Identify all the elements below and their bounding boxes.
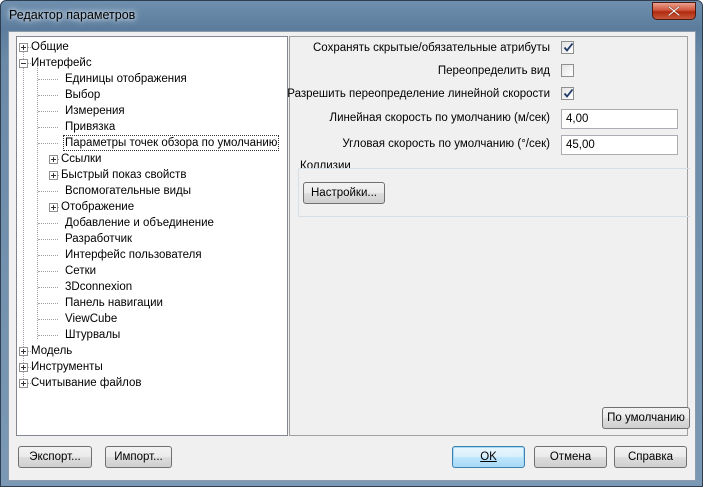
expand-icon[interactable]	[49, 203, 58, 212]
export-button[interactable]: Экспорт...	[18, 446, 92, 468]
tree-item[interactable]: Быстрый показ свойств	[17, 167, 287, 183]
tree-item-label: Интерфейс	[31, 57, 92, 69]
tree-item[interactable]: Инструменты	[17, 359, 287, 375]
tree-item[interactable]: Модель	[17, 343, 287, 359]
tree-item-label: ViewCube	[65, 313, 118, 325]
export-button-label: Экспорт...	[29, 451, 81, 463]
cancel-button[interactable]: Отмена	[534, 446, 607, 468]
collapse-icon[interactable]	[19, 59, 28, 68]
tree-item-label: Добавление и объединение	[65, 217, 214, 229]
tree-item-label: Сетки	[65, 265, 97, 277]
override-view-label: Переопределить вид	[437, 65, 550, 77]
tree-item-label: Ссылки	[61, 153, 102, 165]
tree-item[interactable]: 3Dconnexion	[17, 279, 287, 295]
tree-item[interactable]: Выбор	[17, 87, 287, 103]
tree-item[interactable]: Привязка	[17, 119, 287, 135]
title-bar[interactable]: Редактор параметров	[1, 1, 702, 31]
tree-item[interactable]: Ссылки	[17, 151, 287, 167]
close-button[interactable]	[652, 2, 696, 20]
check-icon	[563, 88, 574, 98]
allow-linear-override-checkbox[interactable]	[561, 87, 574, 100]
editor-window: Редактор параметров Общие Интерфейс Единиц…	[0, 0, 703, 487]
tree-item-label: Интерфейс пользователя	[65, 249, 202, 261]
tree-item[interactable]: Считывание файлов	[17, 375, 287, 391]
keep-hidden-attrs-label: Сохранять скрытые/обязательные атрибуты	[313, 42, 550, 54]
ok-button[interactable]: OK	[452, 446, 525, 468]
expand-icon[interactable]	[19, 43, 28, 52]
expand-icon[interactable]	[49, 155, 58, 164]
tree-item[interactable]: Отображение	[17, 199, 287, 215]
check-icon	[563, 42, 574, 52]
keep-hidden-attrs-checkbox[interactable]	[561, 41, 574, 54]
tree-item-label: 3Dconnexion	[65, 281, 133, 293]
tree-item-label: Выбор	[65, 89, 101, 101]
tree-item[interactable]: Панель навигации	[17, 295, 287, 311]
tree-item-label: Разработчик	[65, 233, 133, 245]
tree-item-label: Инструменты	[31, 361, 103, 373]
import-button[interactable]: Импорт...	[105, 446, 172, 468]
tree-item-label: Считывание файлов	[31, 377, 142, 389]
tree-item[interactable]: Общие	[17, 39, 287, 55]
collision-settings-button[interactable]: Настройки...	[303, 182, 385, 204]
import-button-label: Импорт...	[114, 451, 163, 463]
tree-item[interactable]: Интерфейс	[17, 55, 287, 71]
angular-speed-input[interactable]	[561, 135, 678, 155]
options-tree[interactable]: Общие Интерфейс Единицы отображения Выбор Из…	[16, 36, 288, 436]
ok-button-label: OK	[480, 451, 497, 463]
tree-item[interactable]: ViewCube	[17, 311, 287, 327]
expand-icon[interactable]	[49, 171, 58, 180]
allow-linear-override-label: Разрешить переопределение линейной скоро…	[287, 88, 550, 100]
tree-item[interactable]: Добавление и объединение	[17, 215, 287, 231]
tree-item[interactable]: Интерфейс пользователя	[17, 247, 287, 263]
expand-icon[interactable]	[19, 379, 28, 388]
tree-item-label: Панель навигации	[65, 297, 163, 309]
settings-panel: Сохранять скрытые/обязательные атрибуты …	[287, 36, 690, 436]
tree-item[interactable]: Сетки	[17, 263, 287, 279]
tree-item-label: Модель	[31, 345, 73, 357]
tree-item[interactable]: Измерения	[17, 103, 287, 119]
tree-item-label: Вспомогательные виды	[65, 185, 192, 197]
window-title: Редактор параметров	[9, 8, 136, 22]
cancel-button-label: Отмена	[549, 451, 592, 463]
tree-item-label: Общие	[31, 41, 69, 53]
tree-item-label: Быстрый показ свойств	[61, 169, 187, 181]
tree-item[interactable]: Штурвалы	[17, 327, 287, 343]
tree-item-label: Единицы отображения	[65, 73, 187, 85]
tree-item-label: Штурвалы	[65, 329, 121, 341]
expand-icon[interactable]	[19, 363, 28, 372]
reset-defaults-button[interactable]: По умолчанию	[602, 407, 690, 429]
linear-speed-label: Линейная скорость по умолчанию (м/сек)	[329, 112, 550, 124]
help-button-label: Справка	[627, 451, 674, 463]
tree-item-label: Привязка	[65, 121, 116, 133]
tree-item[interactable]: Параметры точек обзора по умолчанию	[17, 135, 287, 151]
angular-speed-label: Угловая скорость по умолчанию (°/сек)	[342, 138, 550, 150]
tree-item[interactable]: Единицы отображения	[17, 71, 287, 87]
dialog-client-area: Общие Интерфейс Единицы отображения Выбор Из…	[8, 31, 696, 481]
expand-icon[interactable]	[19, 347, 28, 356]
close-icon	[668, 6, 680, 16]
override-view-checkbox[interactable]	[561, 64, 574, 77]
linear-speed-input[interactable]	[561, 109, 678, 129]
tree-item[interactable]: Разработчик	[17, 231, 287, 247]
tree-item[interactable]: Вспомогательные виды	[17, 183, 287, 199]
tree-item-label: Измерения	[65, 105, 125, 117]
tree-item-label: Параметры точек обзора по умолчанию	[63, 135, 280, 151]
tree-item-label: Отображение	[61, 201, 135, 213]
help-button[interactable]: Справка	[614, 446, 687, 468]
